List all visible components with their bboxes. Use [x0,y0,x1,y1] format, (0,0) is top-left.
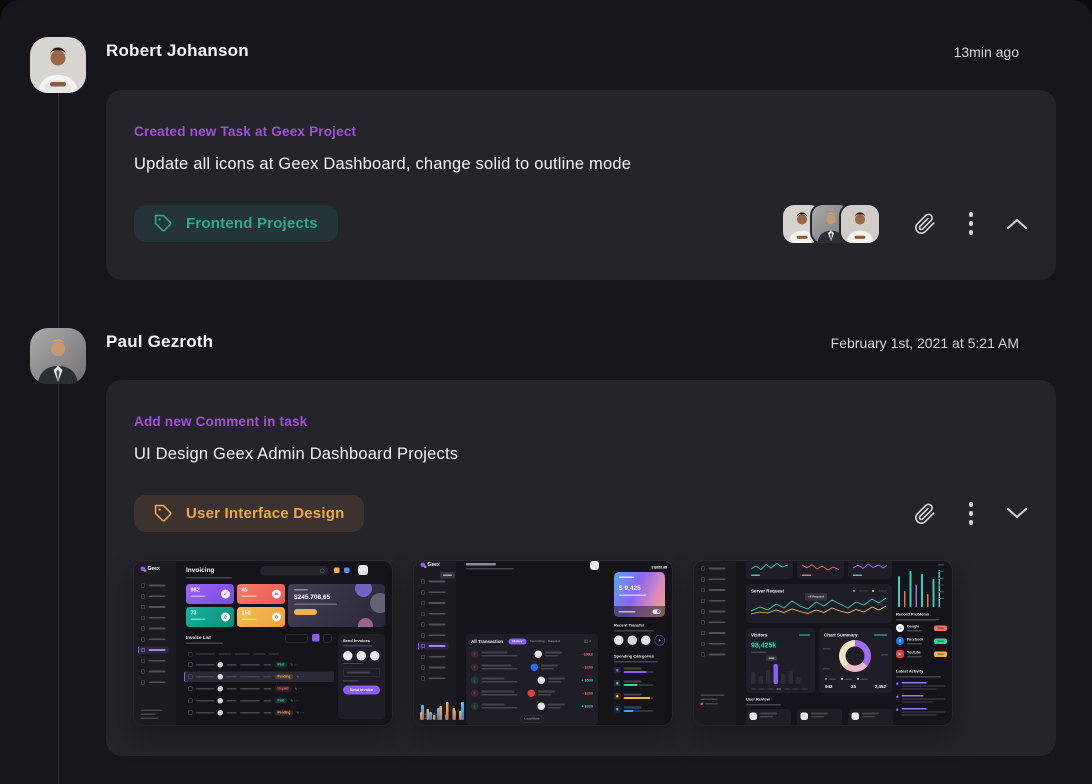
activity-card: Add new Comment in task UI Design Geex A… [106,380,1056,756]
tag-user-interface-design[interactable]: User Interface Design [134,495,364,532]
chevron-up-icon [1006,217,1028,230]
attachment-button[interactable] [914,503,936,525]
timestamp: February 1st, 2021 at 5:21 AM [831,335,1019,351]
mini-server-request-chart: Server Request +8 Request [746,584,892,623]
mini-visitors-card: Visitors 98,425k [746,628,815,693]
mini-review-card [746,709,791,725]
task-title: Update all icons at Geex Dashboard, chan… [134,152,1028,177]
avatar-man-white-shirt [30,37,86,93]
chevron-down-icon [1006,507,1028,520]
mini-sidebar: Geex [414,561,456,725]
geex-logo-icon [141,567,146,572]
mini-sparkline-card [797,561,844,579]
expand-button[interactable] [1006,507,1028,520]
mini-sidebar: Geex [134,561,176,725]
mini-spending-title: Spending Categories [614,654,654,659]
mini-stat-card: 982✓ [186,584,234,604]
activity-card: Created new Task at Geex Project Update … [106,90,1056,280]
mini-donut-chart [839,640,871,672]
mini-send-invoices-panel: Send Invoices Send Invoice [338,634,385,719]
mini-latest-activity [896,682,947,721]
tag-label: User Interface Design [186,505,344,522]
attachment-thumbnail-invoicing[interactable]: Geex Invoicing [134,561,392,725]
mini-review-card [797,709,842,725]
collapse-button[interactable] [1006,217,1028,230]
paperclip-icon [914,503,936,525]
mini-sparkline-card [746,561,793,579]
mini-invoice-list-title: Invoice List [186,635,211,640]
paperclip-icon [914,213,936,235]
tag-icon [154,504,173,523]
activity-action: Created new Task at Geex Project [134,124,1028,139]
author-name: Robert Johanson [106,41,249,61]
avatar[interactable] [30,37,86,93]
mini-credit-card: $ 9,425 [614,572,665,617]
attachment-thumbnail-analytics[interactable]: Server Request +8 Request Record [694,561,952,725]
tag-icon [154,214,173,233]
mini-bar-chart [898,565,940,607]
attachment-thumbnail-banking[interactable]: Geex [414,561,672,725]
mini-invoice-table: Paid✎⋯ Pending✎⋯ Unpaid✎⋯ Paid✎⋯ Pending… [184,650,334,720]
mini-stat-card: 45✉ [237,584,285,604]
mini-transfer-avatars: ➤ [614,635,665,646]
assignee-avatars[interactable] [781,203,881,245]
avatar-man-dark-suit [30,328,86,384]
kebab-menu-icon [969,502,974,507]
mini-user-review-title: User Review [746,697,770,702]
activity-feed: Robert Johanson 13min ago Created new Ta… [0,0,1092,784]
mini-stat-card: 73⊘ [186,607,234,627]
mini-search [260,566,328,576]
timestamp: 13min ago [954,44,1019,60]
avatar[interactable] [30,328,86,384]
more-options-button[interactable] [969,502,974,525]
geex-logo-text: Geex [148,566,160,572]
tag-label: Frontend Projects [186,215,318,232]
mini-stat-card: 150⚙ [237,607,285,627]
mini-balance-card: $245.708,65 [288,584,385,627]
mini-recent-transfer-title: Recent Transfer [614,623,644,628]
mini-transactions-panel: All Transaction History Upcoming Request… [466,634,598,725]
assignee-avatar [839,203,881,245]
mini-sparkline-card [848,561,892,579]
timeline-connector [58,384,59,784]
mini-sidebar [694,561,736,725]
kebab-menu-icon [969,212,974,217]
timeline-connector [58,93,59,328]
more-options-button[interactable] [969,212,974,235]
mini-record-problems: GGoogle fFacebook ▶Youtube [896,624,947,663]
mini-record-problems-title: Record Problems [896,612,929,617]
mini-review-card [848,709,893,725]
task-title: UI Design Geex Admin Dashboard Projects [134,442,1028,467]
mini-latest-activity-title: Latest Activity [896,669,923,674]
mini-user-avatar [358,565,368,575]
tag-frontend-projects[interactable]: Frontend Projects [134,205,338,242]
mini-spending-categories [614,667,666,719]
author-name: Paul Gezroth [106,332,213,352]
activity-action: Add new Comment in task [134,414,1028,429]
mini-chart-summary: Chart Summary 942 [819,628,892,693]
attachment-thumbnails: Geex Invoicing [134,561,1028,725]
mini-page-title: Invoicing [186,566,215,574]
attachment-button[interactable] [914,213,936,235]
